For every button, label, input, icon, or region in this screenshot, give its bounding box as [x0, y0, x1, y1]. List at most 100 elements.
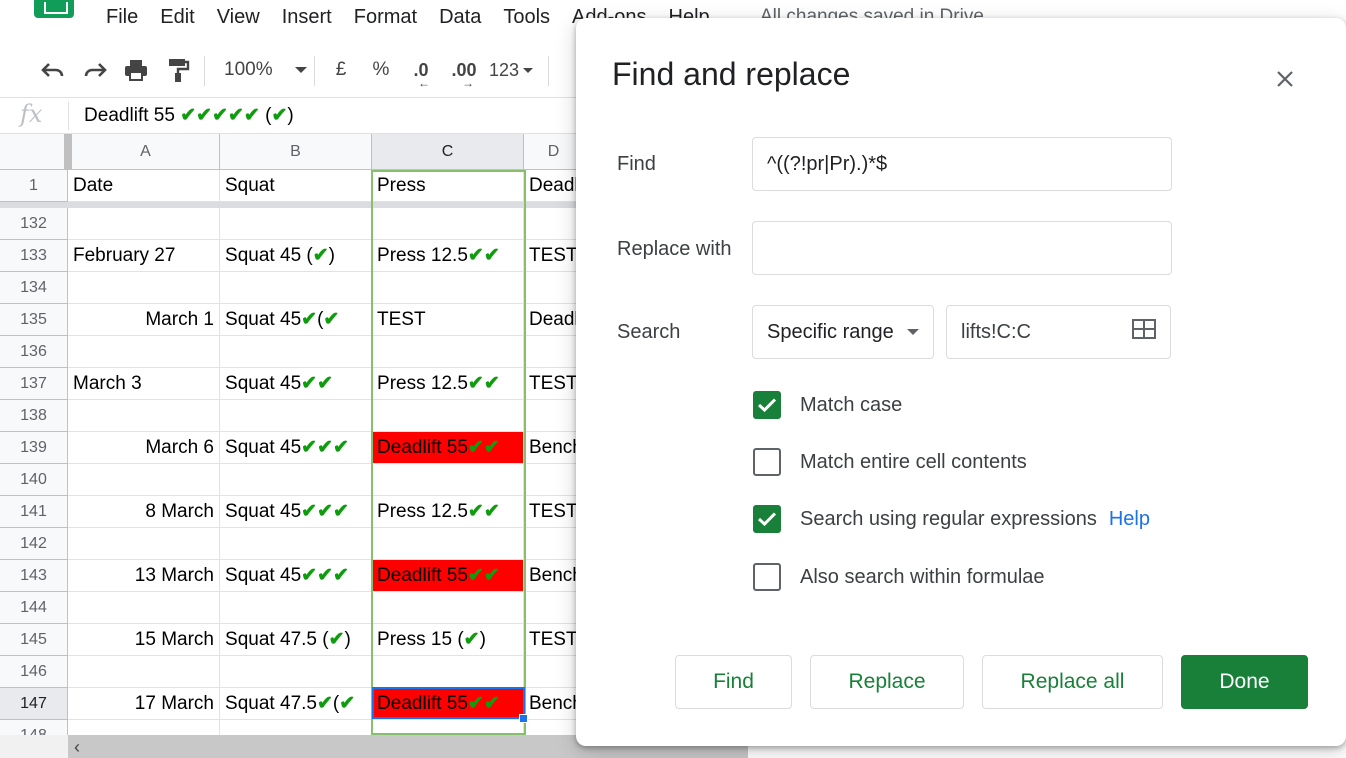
column-header-d[interactable]: D [524, 134, 584, 170]
press-cell[interactable] [372, 208, 524, 240]
header-cell[interactable]: Deadlift [524, 170, 584, 202]
date-cell[interactable] [68, 592, 220, 624]
row-header[interactable]: 138 [0, 400, 68, 432]
squat-cell[interactable]: Squat 47.5 ✔(✔ [220, 688, 372, 720]
redo-icon[interactable] [78, 56, 112, 84]
deadlift-cell[interactable] [524, 592, 584, 624]
menu-file[interactable]: File [106, 6, 138, 28]
search-scope-select[interactable]: Specific range [752, 305, 934, 359]
date-cell[interactable] [68, 528, 220, 560]
row-header[interactable]: 147 [0, 688, 68, 720]
regex-checkbox[interactable] [753, 505, 781, 533]
range-field[interactable]: lifts!C:C [946, 305, 1171, 359]
date-cell[interactable]: March 3 [68, 368, 220, 400]
press-cell[interactable]: Press 15 (✔) [372, 624, 524, 656]
date-cell[interactable] [68, 400, 220, 432]
squat-cell[interactable]: Squat 45 ✔ ✔ ✔ [220, 432, 372, 464]
date-cell[interactable]: March 1 [68, 304, 220, 336]
deadlift-cell[interactable] [524, 400, 584, 432]
search-formulae-option[interactable]: Also search within formulae [753, 562, 1045, 592]
find-button[interactable]: Find [675, 655, 792, 709]
fill-handle[interactable] [519, 714, 528, 723]
header-cell[interactable]: Press [372, 170, 524, 202]
squat-cell[interactable] [220, 592, 372, 624]
deadlift-cell[interactable]: TEST [524, 624, 584, 656]
match-entire-cell-checkbox[interactable] [753, 448, 781, 476]
squat-cell[interactable] [220, 400, 372, 432]
column-header-a[interactable]: A [68, 134, 220, 170]
row-header[interactable]: 146 [0, 656, 68, 688]
squat-cell[interactable]: Squat 45 ✔ ✔ ✔ [220, 496, 372, 528]
deadlift-cell[interactable]: TEST [524, 368, 584, 400]
regex-help-link[interactable]: Help [1109, 508, 1150, 531]
menu-view[interactable]: View [217, 6, 260, 28]
press-cell[interactable]: Press 12.5 ✔ ✔ [372, 496, 524, 528]
deadlift-cell[interactable] [524, 208, 584, 240]
press-cell[interactable] [372, 592, 524, 624]
menu-insert[interactable]: Insert [282, 6, 332, 28]
deadlift-cell[interactable]: TEST [524, 240, 584, 272]
press-cell[interactable] [372, 336, 524, 368]
squat-cell[interactable] [220, 656, 372, 688]
deadlift-cell[interactable] [524, 336, 584, 368]
increase-decimal-button[interactable]: .00 → [444, 56, 484, 91]
match-entire-cell-option[interactable]: Match entire cell contents [753, 447, 1027, 477]
date-cell[interactable]: February 27 [68, 240, 220, 272]
row-header[interactable]: 140 [0, 464, 68, 496]
sheets-logo-icon[interactable] [34, 0, 74, 18]
formula-input[interactable]: Deadlift 55 ✔✔✔✔✔ (✔) [84, 104, 294, 127]
row-header[interactable]: 143 [0, 560, 68, 592]
press-cell[interactable]: TEST [372, 304, 524, 336]
replace-all-button[interactable]: Replace all [982, 655, 1163, 709]
row-header[interactable]: 1 [0, 170, 68, 202]
deadlift-cell[interactable]: Deadlift [524, 304, 584, 336]
press-cell[interactable] [372, 656, 524, 688]
date-cell[interactable] [68, 272, 220, 304]
date-cell[interactable] [68, 464, 220, 496]
squat-cell[interactable]: Squat 45 (✔) [220, 240, 372, 272]
date-cell[interactable]: 13 March [68, 560, 220, 592]
press-cell[interactable]: Deadlift 55 ✔ ✔ [372, 688, 524, 720]
squat-cell[interactable]: Squat 45 ✔ ✔ [220, 368, 372, 400]
squat-cell[interactable] [220, 336, 372, 368]
date-cell[interactable] [68, 656, 220, 688]
row-header[interactable]: 142 [0, 528, 68, 560]
deadlift-cell[interactable] [524, 464, 584, 496]
squat-cell[interactable]: Squat 45 ✔ ✔ ✔ [220, 560, 372, 592]
squat-cell[interactable]: Squat 47.5 (✔) [220, 624, 372, 656]
row-header[interactable]: 139 [0, 432, 68, 464]
deadlift-cell[interactable]: Bench [524, 432, 584, 464]
date-cell[interactable]: 15 March [68, 624, 220, 656]
deadlift-cell[interactable]: Bench [524, 688, 584, 720]
deadlift-cell[interactable] [524, 272, 584, 304]
zoom-select[interactable]: 100% [216, 56, 307, 84]
menu-tools[interactable]: Tools [503, 6, 550, 28]
squat-cell[interactable] [220, 528, 372, 560]
press-cell[interactable] [372, 464, 524, 496]
match-case-checkbox[interactable] [753, 391, 781, 419]
header-cell[interactable]: Date [68, 170, 220, 202]
search-formulae-checkbox[interactable] [753, 563, 781, 591]
squat-cell[interactable] [220, 208, 372, 240]
deadlift-cell[interactable]: Bench [524, 560, 584, 592]
match-case-option[interactable]: Match case [753, 390, 902, 420]
menu-data[interactable]: Data [439, 6, 481, 28]
squat-cell[interactable] [220, 464, 372, 496]
press-cell[interactable]: Press 12.5 ✔ ✔ [372, 368, 524, 400]
press-cell[interactable]: Press 12.5 ✔ ✔ [372, 240, 524, 272]
decrease-decimal-button[interactable]: .0 ← [404, 56, 438, 91]
menu-edit[interactable]: Edit [160, 6, 194, 28]
scroll-left-icon[interactable]: ‹ [74, 737, 80, 758]
row-header[interactable]: 144 [0, 592, 68, 624]
date-cell[interactable]: March 6 [68, 432, 220, 464]
currency-button[interactable]: £ [326, 56, 356, 84]
deadlift-cell[interactable] [524, 528, 584, 560]
date-cell[interactable] [68, 208, 220, 240]
deadlift-cell[interactable] [524, 656, 584, 688]
date-cell[interactable]: 17 March [68, 688, 220, 720]
row-header[interactable]: 141 [0, 496, 68, 528]
select-range-grid-icon[interactable] [1132, 319, 1156, 345]
press-cell[interactable] [372, 528, 524, 560]
column-header-b[interactable]: B [220, 134, 372, 170]
select-all-corner[interactable] [0, 134, 68, 170]
